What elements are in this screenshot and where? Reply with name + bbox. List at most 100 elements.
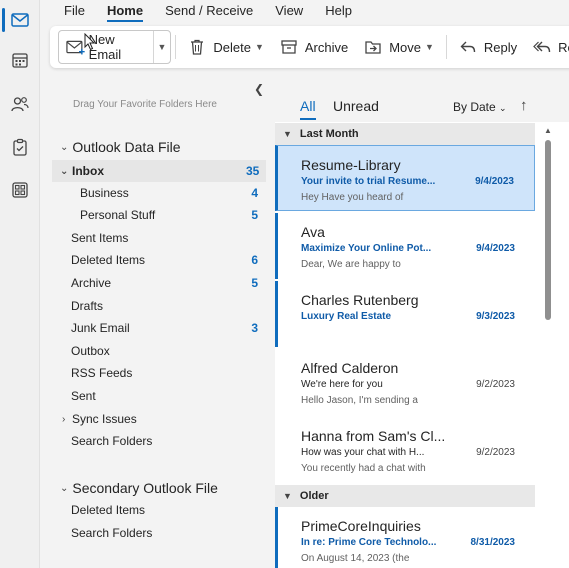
message-date: 9/2/2023 xyxy=(476,379,515,390)
chevron-down-icon: ▼ xyxy=(254,42,264,52)
folder-deleted-items[interactable]: Deleted Items 6 xyxy=(52,249,266,271)
message-date: 9/3/2023 xyxy=(476,311,515,322)
group-header-secondary-outlook-file[interactable]: ⌄ Secondary Outlook File xyxy=(60,480,218,496)
app-rail xyxy=(0,0,40,568)
rail-tasks[interactable] xyxy=(0,127,40,167)
collapse-pane-chevron-icon[interactable]: ❮ xyxy=(254,82,264,96)
tab-all[interactable]: All xyxy=(300,98,316,120)
new-email-dropdown[interactable]: ▼ xyxy=(154,31,171,63)
message-item[interactable]: Hanna from Sam's Cl... How was your chat… xyxy=(275,417,535,483)
new-email-label: New Email xyxy=(88,32,122,62)
folder-label: Deleted Items xyxy=(71,253,146,267)
message-date: 9/4/2023 xyxy=(476,243,515,254)
group-header-outlook-data-file[interactable]: ⌄ Outlook Data File xyxy=(60,139,181,155)
message-subject: We're here for you xyxy=(301,379,383,390)
message-preview: Hello Jason, I'm sending a xyxy=(301,395,418,406)
folder-archive[interactable]: Archive 5 xyxy=(52,272,266,294)
favorites-drag-hint: Drag Your Favorite Folders Here xyxy=(73,99,217,110)
new-email-button[interactable]: New Email xyxy=(59,31,154,63)
menu-send-receive[interactable]: Send / Receive xyxy=(154,0,264,22)
ribbon-divider xyxy=(445,35,447,59)
section-header-last-month[interactable]: ▼ Last Month xyxy=(275,123,535,145)
message-date: 8/31/2023 xyxy=(470,537,516,548)
sort-by-button[interactable]: By Date ⌄ xyxy=(453,100,507,114)
menu-file[interactable]: File xyxy=(53,0,96,22)
message-subject: Luxury Real Estate xyxy=(301,311,392,322)
move-button[interactable]: Move ▼ xyxy=(356,31,442,63)
folder-pane: ❮ Drag Your Favorite Folders Here ⌄ Outl… xyxy=(52,80,272,568)
message-list-scrollbar[interactable]: ▲ xyxy=(543,126,553,568)
reply-all-label: Rep xyxy=(558,39,569,55)
move-folder-icon xyxy=(365,41,381,54)
folder-search-folders-secondary[interactable]: Search Folders xyxy=(52,522,266,544)
menu-bar: File Home Send / Receive View Help xyxy=(40,0,569,22)
message-subject: In re: Prime Core Technolo... xyxy=(301,537,437,548)
message-item[interactable]: PrimeCoreInquiries In re: Prime Core Tec… xyxy=(275,507,535,568)
unread-count: 3 xyxy=(251,321,258,335)
reply-icon xyxy=(460,41,476,53)
folder-business[interactable]: Business 4 xyxy=(52,182,266,204)
unread-count: 5 xyxy=(251,276,258,290)
apps-icon xyxy=(12,182,28,198)
message-item[interactable]: Ava Maximize Your Online Pot... 9/4/2023… xyxy=(275,213,535,279)
rail-apps[interactable] xyxy=(0,170,40,210)
unread-count: 5 xyxy=(251,208,258,222)
menu-view[interactable]: View xyxy=(264,0,314,22)
folder-sent[interactable]: Sent xyxy=(52,385,266,407)
message-list-header: All Unread By Date ⌄ ↑ xyxy=(275,86,569,122)
tasks-icon xyxy=(13,138,27,156)
folder-deleted-items-secondary[interactable]: Deleted Items xyxy=(52,499,266,521)
archive-icon xyxy=(281,40,297,54)
folder-outbox[interactable]: Outbox xyxy=(52,340,266,362)
scroll-up-arrow-icon[interactable]: ▲ xyxy=(544,126,552,135)
folder-sent-items[interactable]: Sent Items xyxy=(52,227,266,249)
delete-button[interactable]: Delete ▼ xyxy=(180,31,272,63)
folder-personal-stuff[interactable]: Personal Stuff 5 xyxy=(52,204,266,226)
message-list: All Unread By Date ⌄ ↑ ▼ Last Month Resu… xyxy=(275,86,569,568)
folder-junk-email[interactable]: Junk Email 3 xyxy=(52,317,266,339)
tab-unread[interactable]: Unread xyxy=(333,98,379,114)
mail-icon xyxy=(11,13,29,27)
scrollbar-thumb[interactable] xyxy=(545,140,551,320)
rail-people[interactable] xyxy=(0,84,40,124)
menu-home[interactable]: Home xyxy=(96,0,154,22)
sort-label: By Date xyxy=(453,100,496,114)
new-email-split-button: New Email ▼ xyxy=(58,30,172,64)
folder-label: Outbox xyxy=(71,344,110,358)
reply-all-button[interactable]: Rep xyxy=(525,31,569,63)
archive-button[interactable]: Archive xyxy=(272,31,356,63)
message-preview: Hey Have you heard of xyxy=(301,192,404,203)
message-item[interactable]: Alfred Calderon We're here for you 9/2/2… xyxy=(275,349,535,415)
move-label: Move xyxy=(389,39,422,55)
folder-drafts[interactable]: Drafts xyxy=(52,295,266,317)
group-label: Secondary Outlook File xyxy=(72,480,218,496)
mouse-cursor-icon xyxy=(84,33,96,51)
menu-help[interactable]: Help xyxy=(314,0,363,22)
ribbon-divider xyxy=(175,35,177,59)
section-header-older[interactable]: ▼ Older xyxy=(275,485,535,507)
chevron-down-icon: ▼ xyxy=(425,42,434,52)
message-preview: On August 14, 2023 (the xyxy=(301,553,410,564)
folder-search-folders[interactable]: Search Folders xyxy=(52,430,266,452)
folder-rss-feeds[interactable]: RSS Feeds xyxy=(52,362,266,384)
sort-direction-arrow-icon[interactable]: ↑ xyxy=(520,97,528,114)
rail-mail[interactable] xyxy=(0,0,40,40)
section-label: Last Month xyxy=(299,128,359,140)
reply-button[interactable]: Reply xyxy=(451,31,525,63)
folder-label: Personal Stuff xyxy=(80,208,156,222)
chevron-down-icon: ⌄ xyxy=(60,141,69,153)
unread-count: 4 xyxy=(251,186,258,200)
folder-label: Archive xyxy=(71,276,112,290)
section-label: Older xyxy=(299,490,329,502)
unread-count: 35 xyxy=(246,164,260,178)
new-mail-icon xyxy=(66,40,85,55)
folder-sync-issues[interactable]: › Sync Issues xyxy=(52,408,266,430)
message-sender: Hanna from Sam's Cl... xyxy=(301,428,446,444)
rail-calendar[interactable] xyxy=(0,40,40,80)
message-item[interactable]: Resume-Library Your invite to trial Resu… xyxy=(275,145,535,211)
trash-icon xyxy=(191,39,204,55)
message-item[interactable]: Charles Rutenberg Luxury Real Estate 9/3… xyxy=(275,281,535,347)
folder-label: Search Folders xyxy=(71,526,153,540)
chevron-down-icon: ⌄ xyxy=(60,482,69,494)
folder-inbox[interactable]: ⌄ Inbox 35 xyxy=(52,160,266,182)
